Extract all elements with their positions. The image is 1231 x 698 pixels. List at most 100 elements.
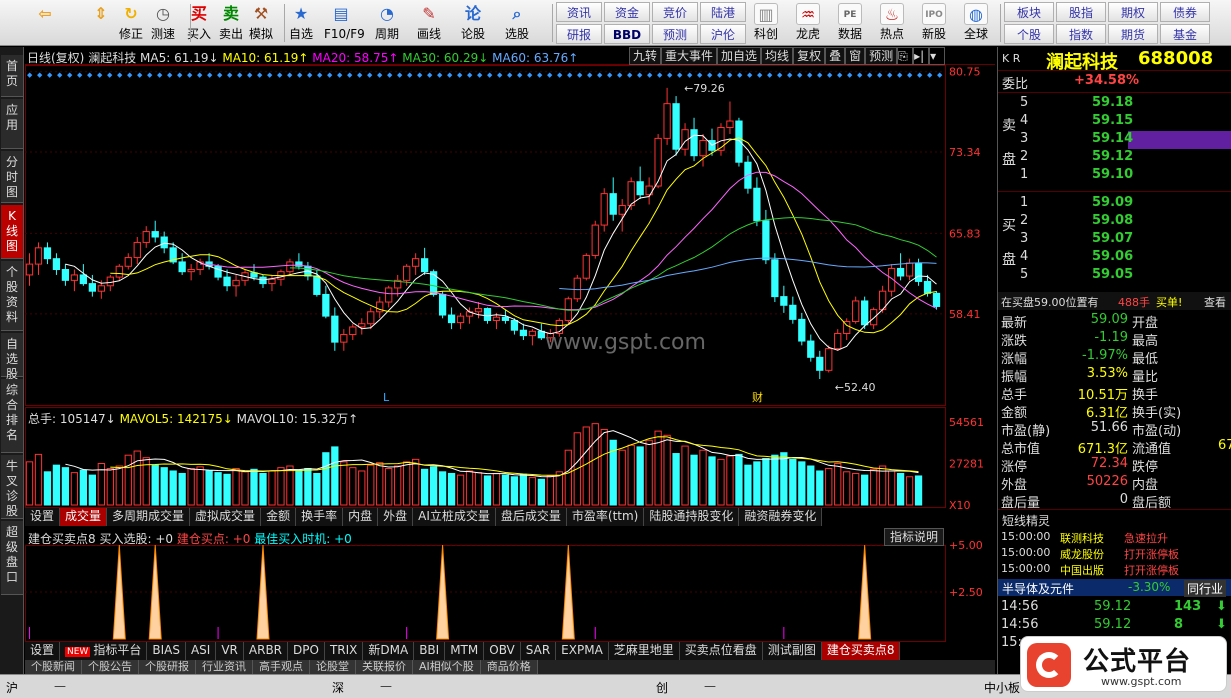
left-tab[interactable]: 自选股: [1, 333, 23, 381]
indicator-tab[interactable]: ASI: [186, 642, 217, 660]
indicator-tab[interactable]: 融资融券变化: [739, 508, 823, 526]
news-tab[interactable]: 商品价格: [480, 660, 538, 674]
toolbar-grid-button[interactable]: 资金: [604, 2, 650, 22]
toolbar-grid-button[interactable]: 沪伦: [700, 24, 746, 44]
indicator-tab[interactable]: 盘后成交量: [496, 508, 567, 526]
left-tab[interactable]: 牛叉诊股: [1, 455, 23, 519]
back-toolbar-button[interactable]: ⇦: [28, 2, 62, 44]
huaxian-toolbar-button[interactable]: ✎ 画线: [412, 2, 446, 44]
indicator-tab[interactable]: SAR: [521, 642, 557, 660]
news-tab[interactable]: 个股研报: [139, 660, 196, 674]
xiuzheng-toolbar-button[interactable]: ↻ 修正: [114, 2, 148, 44]
indicator-tab[interactable]: 新DMA: [363, 642, 415, 660]
news-tab[interactable]: 行业资讯: [196, 660, 253, 674]
indicator-tab[interactable]: 成交量: [60, 508, 108, 526]
zixuan-toolbar-button[interactable]: ★ 自选: [284, 2, 318, 44]
indicator-tab[interactable]: 市盈率(ttm): [567, 508, 645, 526]
news-tab[interactable]: 关联报价: [356, 660, 413, 674]
up_down-toolbar-button[interactable]: ⇕: [84, 2, 118, 44]
indicator-tab[interactable]: EXPMA: [556, 642, 609, 660]
indicator-tab[interactable]: 换手率: [296, 508, 344, 526]
indicator-tab[interactable]: ARBR: [244, 642, 289, 660]
toolbar-grid2-button[interactable]: 个股: [1004, 24, 1054, 44]
indicator-tab[interactable]: BIAS: [147, 642, 186, 660]
indicator-tab[interactable]: VR: [216, 642, 244, 660]
news-tab[interactable]: 个股公告: [82, 660, 139, 674]
peer-tab[interactable]: 同行业: [1184, 580, 1227, 597]
sell-toolbar-button[interactable]: 卖卖出: [214, 2, 248, 44]
ask-row[interactable]: 1 59.10: [998, 167, 1231, 185]
indicator-tab[interactable]: OBV: [484, 642, 521, 660]
left-tab[interactable]: 个股资料: [1, 261, 23, 331]
redian-toolbar-button[interactable]: ♨ 热点: [874, 2, 910, 44]
indicator-tab[interactable]: BBI: [414, 642, 446, 660]
indicator-tab[interactable]: 建仓买卖点8: [821, 642, 901, 660]
bid-row[interactable]: 4 59.06: [998, 249, 1231, 267]
toolbar-grid2-button[interactable]: 指数: [1056, 24, 1106, 44]
lungu-toolbar-button[interactable]: 论论股: [456, 2, 490, 44]
toolbar-grid-button[interactable]: 陆港: [700, 2, 746, 22]
indicator-tab[interactable]: NEW 指标平台: [60, 642, 148, 660]
left-tab[interactable]: 分时图: [1, 151, 23, 203]
left-tab[interactable]: 首页: [1, 55, 23, 97]
news-tab[interactable]: 高手观点: [253, 660, 310, 674]
news-tab[interactable]: 论股堂: [310, 660, 356, 674]
left-tab[interactable]: K线图: [1, 205, 23, 259]
alert-row[interactable]: 在买盘59.00位置有 488手 买单! 查看: [998, 292, 1231, 310]
bid-row[interactable]: 1 59.09: [998, 195, 1231, 213]
status-index-label[interactable]: 中小板: [984, 679, 1020, 696]
moni-toolbar-button[interactable]: ⚒ 模拟: [244, 2, 278, 44]
xuangu-toolbar-button[interactable]: ⌕ 选股: [500, 2, 534, 44]
toolbar-grid2-button[interactable]: 期货: [1108, 24, 1158, 44]
indicator-tab[interactable]: TRIX: [325, 642, 364, 660]
bid-row[interactable]: 5 59.05: [998, 267, 1231, 285]
left-tab[interactable]: 应用: [1, 99, 23, 149]
indicator-tab[interactable]: DPO: [288, 642, 325, 660]
news-tab[interactable]: 个股新闻: [25, 660, 82, 674]
toolbar-grid-button[interactable]: 预测: [652, 24, 698, 44]
longhu-toolbar-button[interactable]: ♒ 龙虎: [790, 2, 826, 44]
xingu-toolbar-button[interactable]: IPO 新股: [916, 2, 952, 44]
toolbar-grid-button[interactable]: 研报: [556, 24, 602, 44]
indicator-tab[interactable]: 设置: [25, 508, 61, 526]
toolbar-grid-button[interactable]: 资讯: [556, 2, 602, 22]
toolbar-grid-button[interactable]: BBD: [604, 24, 650, 44]
status-index-label[interactable]: 创: [656, 679, 668, 696]
alert-more-link[interactable]: 查看: [1204, 294, 1226, 310]
toolbar-grid2-button[interactable]: 板块: [1004, 2, 1054, 22]
status-index-label[interactable]: 深: [332, 679, 344, 696]
toolbar-grid-button[interactable]: 竞价: [652, 2, 698, 22]
indicator-tab[interactable]: 设置: [25, 642, 61, 660]
ask-row[interactable]: 2 59.12: [998, 149, 1231, 167]
zhouqi-toolbar-button[interactable]: ◔ 周期: [370, 2, 404, 44]
sector-row[interactable]: 半导体及元件 -3.30% 同行业: [998, 579, 1231, 597]
toolbar-grid2-button[interactable]: 基金: [1160, 24, 1210, 44]
left-tab[interactable]: 综合排名: [1, 379, 23, 453]
ask-row[interactable]: 3 59.14: [998, 131, 1231, 149]
status-index-label[interactable]: 沪: [6, 679, 18, 696]
shuju-toolbar-button[interactable]: PE 数据: [832, 2, 868, 44]
ask-row[interactable]: 4 59.15: [998, 113, 1231, 131]
f10-toolbar-button[interactable]: ▤ F10/F9: [324, 2, 365, 44]
indicator-tab[interactable]: 虚拟成交量: [190, 508, 262, 526]
indicator-tab[interactable]: 测试副图: [763, 642, 822, 660]
cesu-toolbar-button[interactable]: ◷ 测速: [146, 2, 180, 44]
indicator-tab[interactable]: 金额: [261, 508, 297, 526]
toolbar-grid2-button[interactable]: 股指: [1056, 2, 1106, 22]
news-tab[interactable]: AI相似个股: [413, 660, 481, 674]
quanqiu-toolbar-button[interactable]: ◍ 全球: [958, 2, 994, 44]
wizard-item[interactable]: 15:00:00 中国出版 打开涨停板: [998, 562, 1231, 580]
kechuang-toolbar-button[interactable]: ▥ 科创: [748, 2, 784, 44]
left-tab[interactable]: 超级盘口: [1, 521, 23, 595]
buy-toolbar-button[interactable]: 买买入: [182, 2, 216, 44]
bid-row[interactable]: 3 59.07: [998, 231, 1231, 249]
indicator-tab[interactable]: 陆股通持股变化: [644, 508, 740, 526]
indicator-tab[interactable]: AI立桩成交量: [413, 508, 496, 526]
indicator-tab[interactable]: 买卖点位看盘: [680, 642, 763, 660]
indicator-tab[interactable]: 芝麻里地里: [609, 642, 680, 660]
indicator-tab[interactable]: 外盘: [378, 508, 414, 526]
indicator-help-button[interactable]: 指标说明: [884, 528, 945, 546]
toolbar-grid2-button[interactable]: 债券: [1160, 2, 1210, 22]
bid-row[interactable]: 2 59.08: [998, 213, 1231, 231]
toolbar-grid2-button[interactable]: 期权: [1108, 2, 1158, 22]
